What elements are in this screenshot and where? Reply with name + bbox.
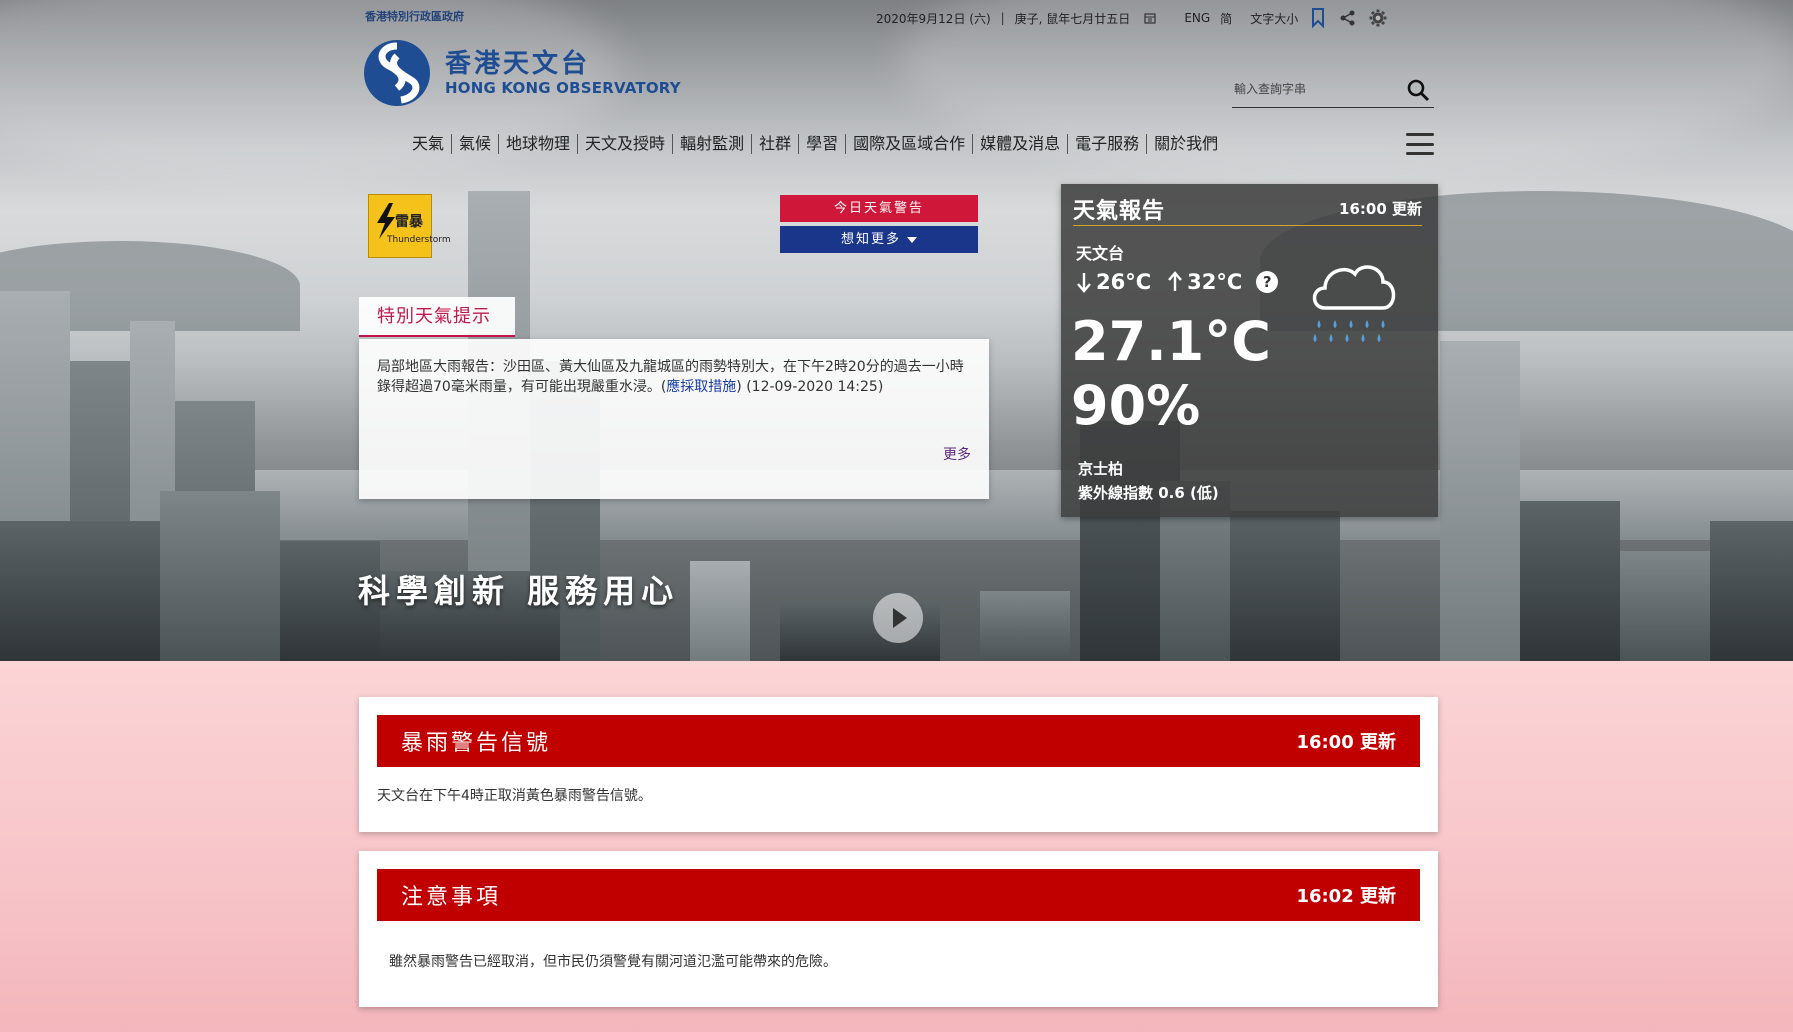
nav-item-about[interactable]: 關於我們	[1147, 134, 1225, 154]
thunderstorm-warning-icon[interactable]: 雷暴 Thunderstorm	[368, 194, 451, 258]
learn-more-button[interactable]: 想知更多	[780, 226, 978, 253]
max-temperature: 32°C	[1187, 270, 1243, 294]
tips-more-link[interactable]: 更多	[943, 445, 971, 465]
help-icon[interactable]: ?	[1256, 271, 1279, 293]
weather-report-title[interactable]: 天氣報告	[1073, 193, 1165, 225]
share-icon[interactable]	[1338, 8, 1358, 28]
card-title: 注意事項	[401, 885, 502, 910]
lang-simplified-link[interactable]: 简	[1220, 10, 1232, 27]
lang-en-link[interactable]: ENG	[1184, 11, 1210, 25]
card-body: 天文台在下午4時正取消黃色暴雨警告信號。	[377, 788, 652, 804]
hko-logo[interactable]: 香港天文台 HONG KONG OBSERVATORY	[357, 38, 681, 108]
thunderstorm-label-en: Thunderstorm	[387, 235, 451, 245]
chevron-down-icon	[907, 236, 917, 243]
special-tips-tab[interactable]: 特別天氣提示	[359, 297, 515, 337]
nav-item-weather[interactable]: 天氣	[405, 134, 453, 154]
nav-item-community[interactable]: 社群	[752, 134, 800, 154]
tips-action-link[interactable]: 應採取措施	[666, 379, 736, 395]
card-header: 暴雨警告信號 16:00 更新	[377, 715, 1420, 767]
top-bar: 2020年9月12日 (六) | 庚子, 鼠年七月廿五日 ENG 简 文字大小	[876, 8, 1398, 28]
nav-item-geophysics[interactable]: 地球物理	[499, 134, 579, 154]
nav-item-radiation[interactable]: 輻射監測	[673, 134, 753, 154]
calendar-icon[interactable]	[1140, 8, 1160, 28]
search-box	[1232, 74, 1434, 108]
card-title: 暴雨警告信號	[401, 731, 552, 756]
card-updated: 16:02 更新	[1296, 886, 1396, 907]
rain-cloud-icon	[1312, 265, 1396, 342]
uv-index: 紫外線指數 0.6 (低)	[1078, 484, 1219, 502]
special-tips-panel: 局部地區大雨報告：沙田區、黃大仙區及九龍城區的雨勢特別大，在下午2時20分的過去…	[359, 339, 989, 499]
search-input[interactable]	[1232, 74, 1392, 104]
nav-item-international[interactable]: 國際及區域合作	[846, 134, 974, 154]
current-temperature: 27.1°C	[1071, 310, 1271, 373]
weather-report-panel: 天氣報告 16:00 更新 天文台 26°C 32°C ? 27.1°C 90%…	[1061, 184, 1438, 517]
card-header: 注意事項 16:02 更新	[377, 869, 1420, 921]
hero-background	[0, 0, 1793, 661]
temperature-range: 26°C 32°C ?	[1076, 270, 1279, 294]
separator: |	[1000, 11, 1005, 25]
today-warning-button[interactable]: 今日天氣警告	[780, 195, 978, 222]
nav-item-media[interactable]: 媒體及消息	[973, 134, 1069, 154]
min-temperature: 26°C	[1096, 270, 1152, 294]
arrow-up-icon	[1168, 271, 1183, 291]
main-nav: 天氣 氣候 地球物理 天文及授時 輻射監測 社群 學習 國際及區域合作 媒體及消…	[405, 132, 1225, 156]
nav-item-astronomy[interactable]: 天文及授時	[578, 134, 674, 154]
rainstorm-warning-card: 暴雨警告信號 16:00 更新 天文台在下午4時正取消黃色暴雨警告信號。	[359, 697, 1438, 832]
font-size-link[interactable]: 文字大小	[1250, 10, 1298, 27]
card-body: 雖然暴雨警告已經取消，但市民仍須警覺有關河道氾濫可能帶來的危險。	[389, 954, 837, 970]
hko-logo-icon	[364, 40, 430, 106]
slogan: 科學創新 服務用心	[358, 572, 680, 610]
nav-item-learning[interactable]: 學習	[799, 134, 847, 154]
hamburger-menu-icon[interactable]	[1406, 133, 1434, 155]
gov-label[interactable]: 香港特別行政區政府	[365, 8, 464, 24]
logo-title-cn: 香港天文台	[445, 49, 591, 79]
thunderstorm-label-cn: 雷暴	[395, 214, 423, 230]
uv-station: 京士柏	[1078, 460, 1124, 478]
gear-icon[interactable]	[1368, 8, 1388, 28]
lunar-date-text: 庚子, 鼠年七月廿五日	[1014, 11, 1131, 26]
nav-item-eservices[interactable]: 電子服務	[1068, 134, 1148, 154]
tips-text-end: ) (12-09-2020 14:25)	[736, 379, 884, 395]
date-text: 2020年9月12日 (六)	[876, 11, 991, 26]
weather-station: 天文台	[1076, 244, 1125, 263]
arrow-down-icon	[1077, 273, 1091, 293]
search-icon[interactable]	[1406, 78, 1430, 102]
logo-title-en: HONG KONG OBSERVATORY	[445, 79, 681, 97]
notice-card: 注意事項 16:02 更新 雖然暴雨警告已經取消，但市民仍須警覺有關河道氾濫可能…	[359, 851, 1438, 1007]
bookmark-icon[interactable]	[1308, 8, 1328, 28]
card-updated: 16:00 更新	[1296, 732, 1396, 753]
nav-item-climate[interactable]: 氣候	[452, 134, 500, 154]
learn-more-label: 想知更多	[840, 232, 901, 247]
current-humidity: 90%	[1071, 374, 1201, 437]
weather-report-updated: 16:00 更新	[1339, 200, 1422, 218]
play-icon[interactable]	[873, 593, 923, 643]
